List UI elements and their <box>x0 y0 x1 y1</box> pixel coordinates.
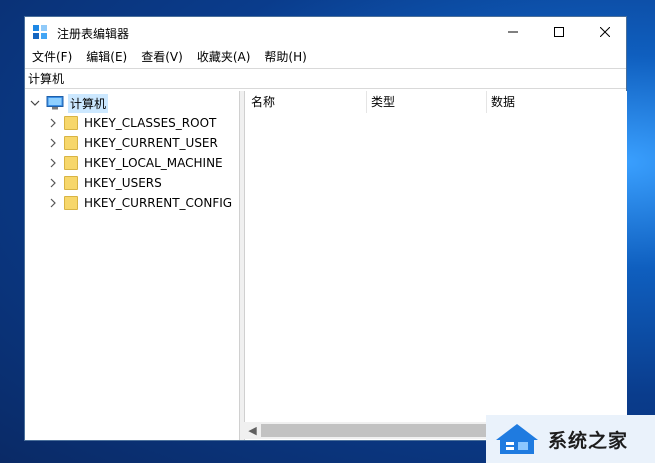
computer-icon <box>46 96 64 110</box>
scroll-left-icon[interactable]: ◀ <box>244 422 261 439</box>
minimize-button[interactable] <box>490 17 536 47</box>
menu-view[interactable]: 查看(V) <box>134 47 190 67</box>
maximize-button[interactable] <box>536 17 582 47</box>
chevron-down-icon[interactable] <box>30 98 40 108</box>
column-header-name[interactable]: 名称 <box>245 91 367 113</box>
tree-item-hkey-current-user[interactable]: HKEY_CURRENT_USER <box>48 133 218 153</box>
chevron-right-icon[interactable] <box>48 118 58 128</box>
menu-bar: 文件(F) 编辑(E) 查看(V) 收藏夹(A) 帮助(H) <box>25 47 626 67</box>
title-bar[interactable]: 注册表编辑器 <box>25 17 626 47</box>
tree-item-label: HKEY_LOCAL_MACHINE <box>84 156 223 170</box>
folder-icon <box>64 136 78 150</box>
close-button[interactable] <box>582 17 628 47</box>
chevron-right-icon[interactable] <box>48 158 58 168</box>
folder-icon <box>64 176 78 190</box>
menu-favorites[interactable]: 收藏夹(A) <box>190 47 258 67</box>
tree-item-label: HKEY_USERS <box>84 176 162 190</box>
menu-edit[interactable]: 编辑(E) <box>79 47 134 67</box>
watermark: 系统之家 <box>486 415 655 463</box>
house-logo-icon <box>496 424 538 454</box>
column-header-data[interactable]: 数据 <box>485 91 625 113</box>
folder-icon <box>64 156 78 170</box>
minimize-icon <box>508 31 518 33</box>
chevron-right-icon[interactable] <box>48 198 58 208</box>
scrollbar-thumb[interactable] <box>261 424 501 437</box>
tree-item-hkey-classes-root[interactable]: HKEY_CLASSES_ROOT <box>48 113 216 133</box>
tree-item-hkey-current-config[interactable]: HKEY_CURRENT_CONFIG <box>48 193 232 213</box>
menu-help[interactable]: 帮助(H) <box>257 47 313 67</box>
values-list: 名称 类型 数据 <box>244 91 627 440</box>
tree-item-label: HKEY_CURRENT_CONFIG <box>84 196 233 210</box>
column-header-type[interactable]: 类型 <box>365 91 487 113</box>
tree-item-hkey-users[interactable]: HKEY_USERS <box>48 173 162 193</box>
menu-file[interactable]: 文件(F) <box>25 47 79 67</box>
chevron-right-icon[interactable] <box>48 138 58 148</box>
chevron-right-icon[interactable] <box>48 178 58 188</box>
address-bar[interactable]: 计算机 <box>25 68 626 89</box>
folder-icon <box>64 196 78 210</box>
watermark-text: 系统之家 <box>548 429 629 452</box>
registry-editor-window: 注册表编辑器 文件(F) 编辑(E) 查看(V) 收藏夹(A) 帮助(H) 计算… <box>24 16 627 441</box>
window-title: 注册表编辑器 <box>57 27 130 41</box>
tree-item-label: HKEY_CLASSES_ROOT <box>84 116 217 130</box>
registry-app-icon <box>33 25 47 39</box>
tree-item-hkey-local-machine[interactable]: HKEY_LOCAL_MACHINE <box>48 153 223 173</box>
folder-icon <box>64 116 78 130</box>
tree-item-label: HKEY_CURRENT_USER <box>84 136 218 150</box>
tree-root-label: 计算机 <box>68 93 109 113</box>
address-path: 计算机 <box>28 72 65 86</box>
tree-root-computer[interactable]: 计算机 <box>30 93 109 113</box>
tree-pane: 计算机 HKEY_CLASSES_ROOT HKEY_CURRENT_USER … <box>26 91 240 440</box>
maximize-icon <box>554 27 564 37</box>
close-icon <box>600 27 610 37</box>
